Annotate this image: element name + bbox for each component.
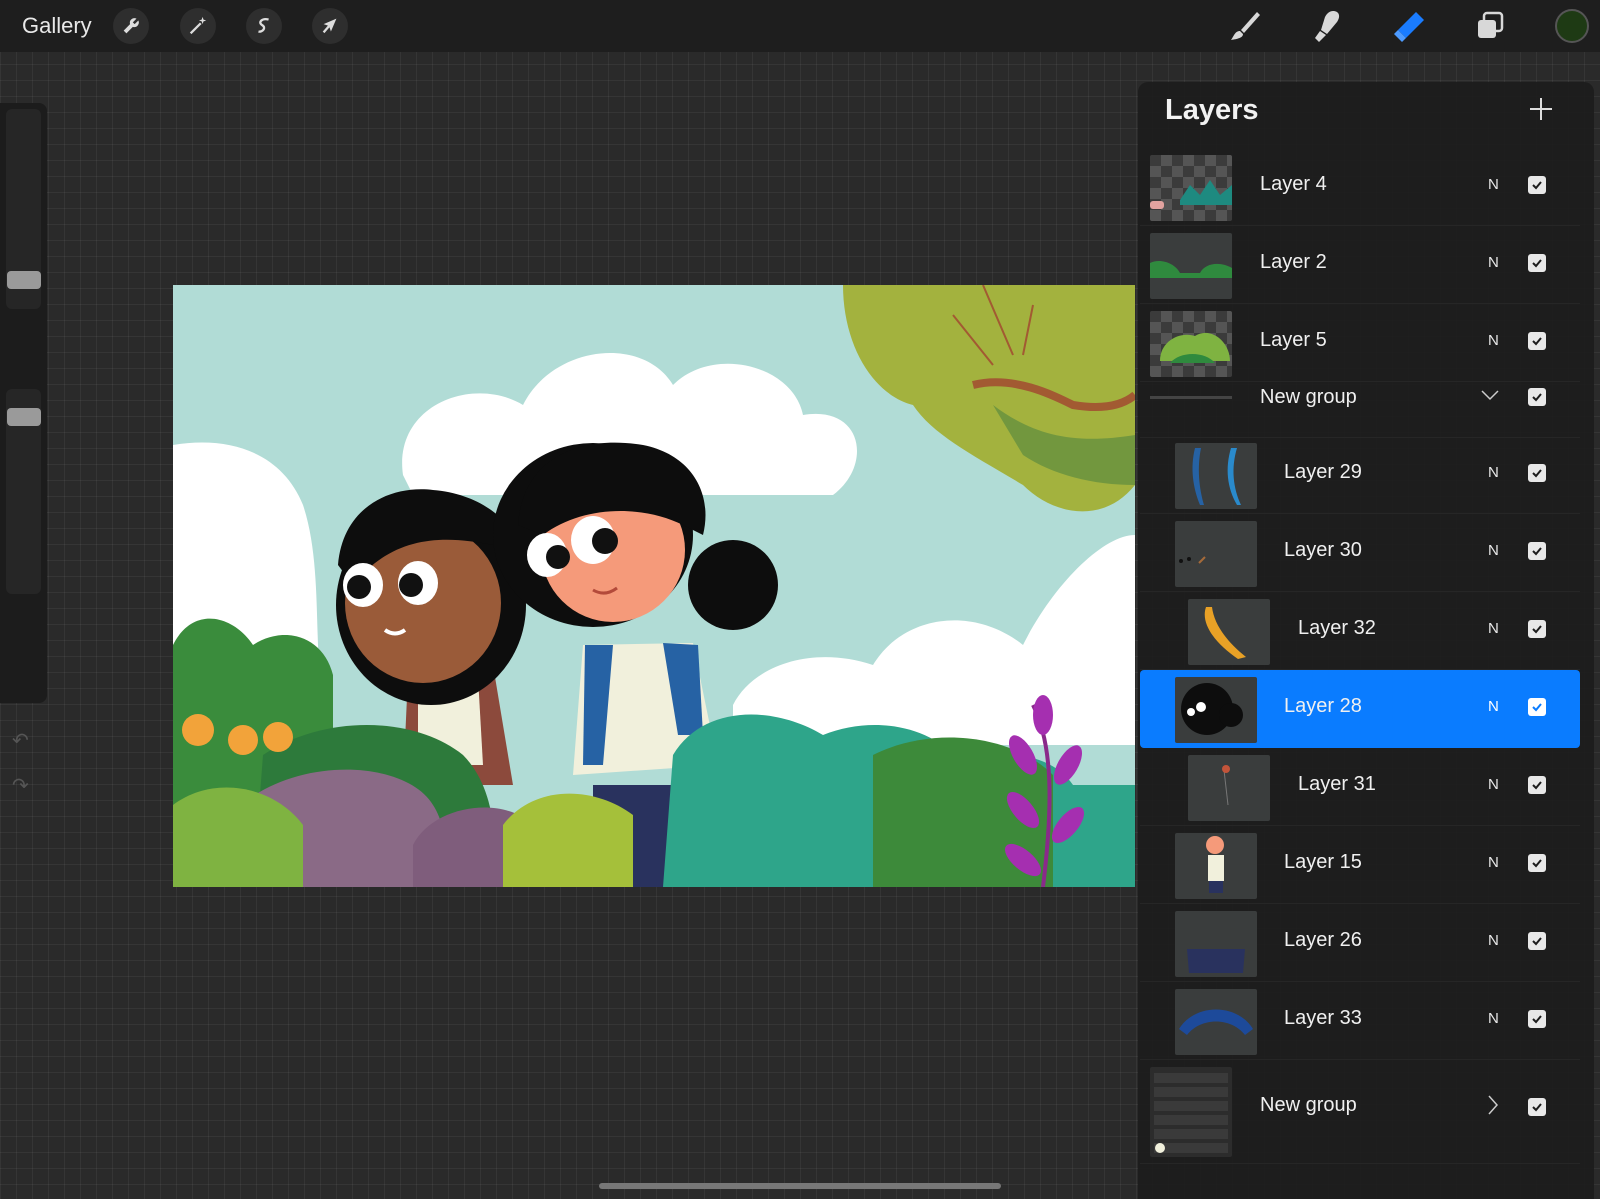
layer-name: Layer 30 — [1284, 539, 1362, 561]
wrench-icon[interactable] — [113, 8, 149, 44]
layer-thumbnail — [1150, 233, 1232, 299]
group-thumbnail — [1150, 1067, 1232, 1157]
eraser-icon[interactable] — [1389, 6, 1429, 46]
undo-icon[interactable]: ↶ — [12, 728, 29, 753]
layer-name: Layer 29 — [1284, 461, 1362, 483]
layer-name: Layer 5 — [1260, 329, 1327, 351]
visibility-checkbox[interactable] — [1528, 620, 1546, 638]
visibility-checkbox[interactable] — [1528, 1010, 1546, 1028]
visibility-checkbox[interactable] — [1528, 854, 1546, 872]
blend-mode[interactable]: N — [1488, 1010, 1499, 1027]
gallery-button[interactable]: Gallery — [22, 13, 92, 39]
home-indicator[interactable] — [599, 1183, 1001, 1189]
chevron-down-icon[interactable] — [1480, 388, 1500, 407]
blend-mode[interactable]: N — [1488, 698, 1499, 715]
layer-name: New group — [1260, 1094, 1357, 1116]
layer-row[interactable]: Layer 29 N — [1140, 436, 1580, 514]
layer-thumbnail — [1175, 521, 1257, 587]
layer-thumbnail — [1150, 311, 1232, 377]
group-divider — [1150, 396, 1232, 399]
artwork-canvas[interactable] — [173, 285, 1135, 887]
blend-mode[interactable]: N — [1488, 776, 1499, 793]
layer-name: Layer 15 — [1284, 851, 1362, 873]
brush-sidebar: ↶ ↷ — [0, 103, 47, 797]
transform-arrow-icon[interactable] — [312, 8, 348, 44]
layer-row[interactable]: Layer 4 N — [1140, 148, 1580, 226]
layer-name: Layer 33 — [1284, 1007, 1362, 1029]
layer-name: Layer 28 — [1284, 695, 1362, 717]
layer-row[interactable]: Layer 2 N — [1140, 226, 1580, 304]
visibility-checkbox[interactable] — [1528, 388, 1546, 406]
visibility-checkbox[interactable] — [1528, 464, 1546, 482]
visibility-checkbox[interactable] — [1528, 542, 1546, 560]
blend-mode[interactable]: N — [1488, 542, 1499, 559]
visibility-checkbox[interactable] — [1528, 176, 1546, 194]
blend-mode[interactable]: N — [1488, 932, 1499, 949]
layer-thumbnail — [1188, 755, 1270, 821]
visibility-checkbox[interactable] — [1528, 776, 1546, 794]
layer-thumbnail — [1175, 989, 1257, 1055]
layer-name: Layer 26 — [1284, 929, 1362, 951]
layer-name: Layer 2 — [1260, 251, 1327, 273]
layers-panel-title: Layers — [1165, 94, 1259, 126]
layer-thumbnail — [1175, 911, 1257, 977]
selection-icon[interactable] — [246, 8, 282, 44]
opacity-thumb[interactable] — [7, 408, 41, 426]
smudge-icon[interactable] — [1307, 6, 1347, 46]
layer-thumbnail — [1175, 677, 1257, 743]
brush-icon[interactable] — [1225, 6, 1265, 46]
color-swatch[interactable] — [1555, 9, 1589, 43]
top-toolbar: Gallery — [0, 0, 1600, 52]
redo-icon[interactable]: ↷ — [12, 773, 29, 798]
layer-name: New group — [1260, 386, 1357, 408]
layer-group-row[interactable]: New group — [1140, 1060, 1580, 1164]
blend-mode[interactable]: N — [1488, 620, 1499, 637]
visibility-checkbox[interactable] — [1528, 698, 1546, 716]
layer-row[interactable]: Layer 26 N — [1140, 904, 1580, 982]
blend-mode[interactable]: N — [1488, 464, 1499, 481]
layer-name: Layer 4 — [1260, 173, 1327, 195]
layer-thumbnail — [1175, 833, 1257, 899]
layer-row-selected[interactable]: Layer 28 N — [1140, 670, 1580, 748]
visibility-checkbox[interactable] — [1528, 332, 1546, 350]
blend-mode[interactable]: N — [1488, 332, 1499, 349]
visibility-checkbox[interactable] — [1528, 1098, 1546, 1116]
layer-name: Layer 32 — [1298, 617, 1376, 639]
blend-mode[interactable]: N — [1488, 176, 1499, 193]
visibility-checkbox[interactable] — [1528, 254, 1546, 272]
artwork-illustration — [173, 285, 1135, 887]
layer-row[interactable]: Layer 30 N — [1140, 514, 1580, 592]
chevron-right-icon[interactable] — [1486, 1094, 1500, 1121]
blend-mode[interactable]: N — [1488, 854, 1499, 871]
layers-icon[interactable] — [1470, 6, 1510, 46]
layer-thumbnail — [1188, 599, 1270, 665]
layer-group-row[interactable]: New group — [1140, 382, 1580, 438]
layers-panel: Layers Layer 4 N Layer 2 N Layer 5 N New… — [1138, 82, 1594, 1199]
layer-name: Layer 31 — [1298, 773, 1376, 795]
layer-row[interactable]: Layer 5 N — [1140, 304, 1580, 382]
layer-row[interactable]: Layer 15 N — [1140, 826, 1580, 904]
blend-mode[interactable]: N — [1488, 254, 1499, 271]
visibility-checkbox[interactable] — [1528, 932, 1546, 950]
brush-size-thumb[interactable] — [7, 271, 41, 289]
layer-thumbnail — [1175, 443, 1257, 509]
plus-icon[interactable] — [1526, 94, 1556, 124]
layer-row[interactable]: ↲ Layer 31 N — [1140, 748, 1580, 826]
layer-row[interactable]: ↲ Layer 32 N — [1140, 592, 1580, 670]
layer-row[interactable]: Layer 33 N — [1140, 982, 1580, 1060]
layer-thumbnail — [1150, 155, 1232, 221]
magic-wand-icon[interactable] — [180, 8, 216, 44]
